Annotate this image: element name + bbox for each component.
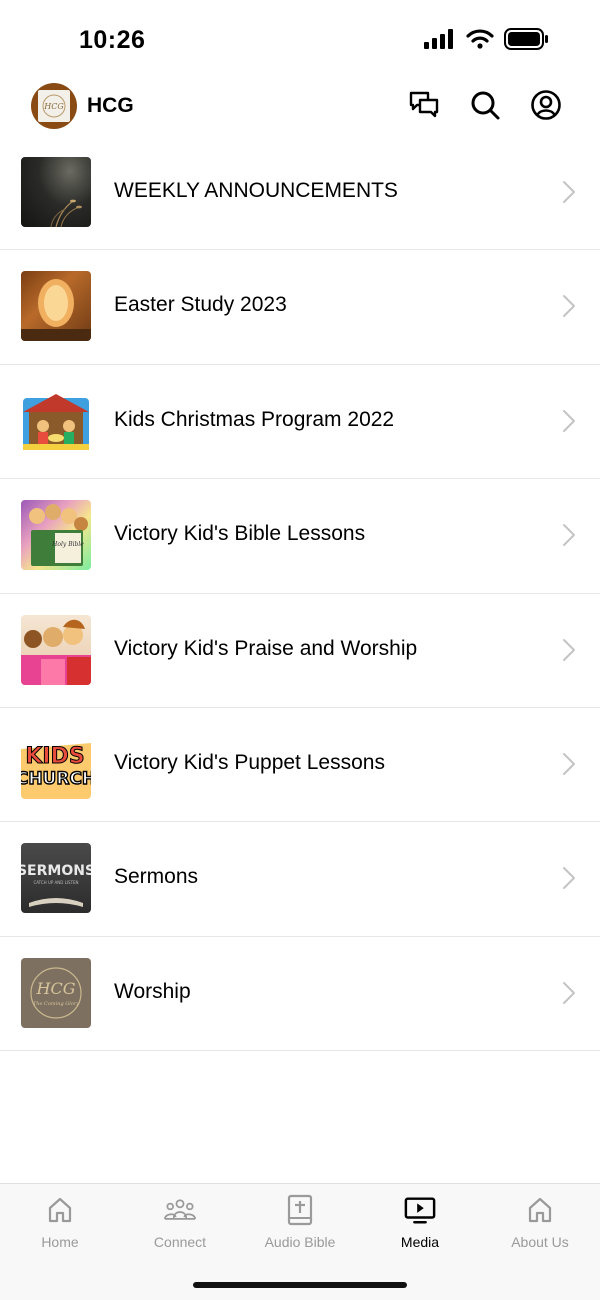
chevron-right-icon <box>562 752 576 776</box>
tab-label: About Us <box>511 1234 569 1250</box>
account-button[interactable] <box>529 89 563 126</box>
chevron-right-icon <box>562 409 576 433</box>
media-list: WEEKLY ANNOUNCEMENTS Easter Study 2023 K… <box>0 136 600 1052</box>
list-item-puppet-lessons[interactable]: KIDS CHURCH Victory Kid's Puppet Lessons <box>0 708 600 823</box>
tab-label: Connect <box>153 1234 207 1250</box>
search-button[interactable] <box>468 90 502 124</box>
tab-label: Media <box>400 1234 440 1250</box>
kids-christmas-thumbnail <box>21 385 91 456</box>
tab-audio-bible[interactable]: Audio Bible <box>240 1184 360 1264</box>
app-title: HCG <box>87 94 134 117</box>
status-time: 10:26 <box>79 26 146 54</box>
praise-worship-thumbnail <box>21 614 91 685</box>
worship-logo-text: HCG <box>36 979 76 998</box>
list-item-label: Kids Christmas Program 2022 <box>114 407 395 431</box>
list-item-label: Victory Kid's Puppet Lessons <box>114 750 385 774</box>
tab-label: Home <box>41 1234 79 1250</box>
tab-home[interactable]: Home <box>0 1184 120 1264</box>
account-icon <box>530 89 562 126</box>
tab-label: Audio Bible <box>264 1234 336 1250</box>
worship-logo-subtext: The Coming Glory <box>33 1001 79 1007</box>
search-icon <box>469 89 501 126</box>
home-icon <box>44 1194 76 1226</box>
app-logo[interactable]: HCG <box>31 83 77 129</box>
bible-lessons-thumbnail: Holy Bible <box>21 500 91 571</box>
bible-icon <box>284 1194 316 1226</box>
wifi-icon <box>466 29 494 54</box>
app-header: HCG HCG <box>0 80 600 132</box>
sermons-thumbnail: SERMONS CATCH UP AND LISTEN <box>21 843 91 914</box>
kids-text: KIDS <box>25 744 84 769</box>
list-item-label: WEEKLY ANNOUNCEMENTS <box>114 179 398 202</box>
list-item-sermons[interactable]: SERMONS CATCH UP AND LISTEN Sermons <box>0 822 600 937</box>
puppet-lessons-thumbnail: KIDS CHURCH <box>21 728 91 799</box>
chevron-right-icon <box>562 866 576 890</box>
tab-bar: Home Connect Audio Bible Media About Us <box>0 1183 600 1300</box>
home-indicator[interactable] <box>193 1282 407 1288</box>
list-item-label: Worship <box>114 979 191 1003</box>
tab-connect[interactable]: Connect <box>120 1184 240 1264</box>
chevron-right-icon <box>562 981 576 1005</box>
battery-icon <box>504 28 548 55</box>
people-icon <box>164 1194 196 1226</box>
list-item-weekly-announcements[interactable]: WEEKLY ANNOUNCEMENTS <box>0 136 600 251</box>
status-bar: 10:26 <box>0 0 600 80</box>
sermons-title-text: SERMONS <box>21 863 91 879</box>
list-item-label: Easter Study 2023 <box>114 293 287 317</box>
list-item-label: Sermons <box>114 865 199 889</box>
tab-media[interactable]: Media <box>360 1184 480 1264</box>
logo-image: HCG <box>38 90 70 122</box>
church-text: CHURCH <box>21 769 91 789</box>
chevron-right-icon <box>562 294 576 318</box>
list-item-easter-study[interactable]: Easter Study 2023 <box>0 250 600 365</box>
chat-icon <box>408 90 440 125</box>
list-item-label: Victory Kid's Bible Lessons <box>114 522 366 546</box>
home-icon <box>524 1194 556 1226</box>
easter-study-thumbnail <box>21 271 91 342</box>
chevron-right-icon <box>562 523 576 547</box>
logo-text: HCG <box>43 102 64 111</box>
list-item-praise-and-worship[interactable]: Victory Kid's Praise and Worship <box>0 594 600 708</box>
list-item-label: Victory Kid's Praise and Worship <box>114 636 418 660</box>
chat-button[interactable] <box>407 90 441 124</box>
worship-thumbnail: HCG The Coming Glory <box>21 957 91 1028</box>
list-item-kids-christmas-program[interactable]: Kids Christmas Program 2022 <box>0 365 600 480</box>
weekly-announcements-thumbnail <box>21 157 91 227</box>
list-item-worship[interactable]: HCG The Coming Glory Worship <box>0 937 600 1052</box>
cellular-signal-icon <box>424 29 456 54</box>
bible-cover-text: Holy Bible <box>51 541 84 548</box>
sermons-subtitle-text: CATCH UP AND LISTEN <box>33 880 78 885</box>
tab-about-us[interactable]: About Us <box>480 1184 600 1264</box>
chevron-right-icon <box>562 180 576 204</box>
chevron-right-icon <box>562 638 576 662</box>
list-item-bible-lessons[interactable]: Holy Bible Victory Kid's Bible Lessons <box>0 479 600 594</box>
status-icons <box>424 28 548 55</box>
media-icon <box>404 1194 436 1226</box>
